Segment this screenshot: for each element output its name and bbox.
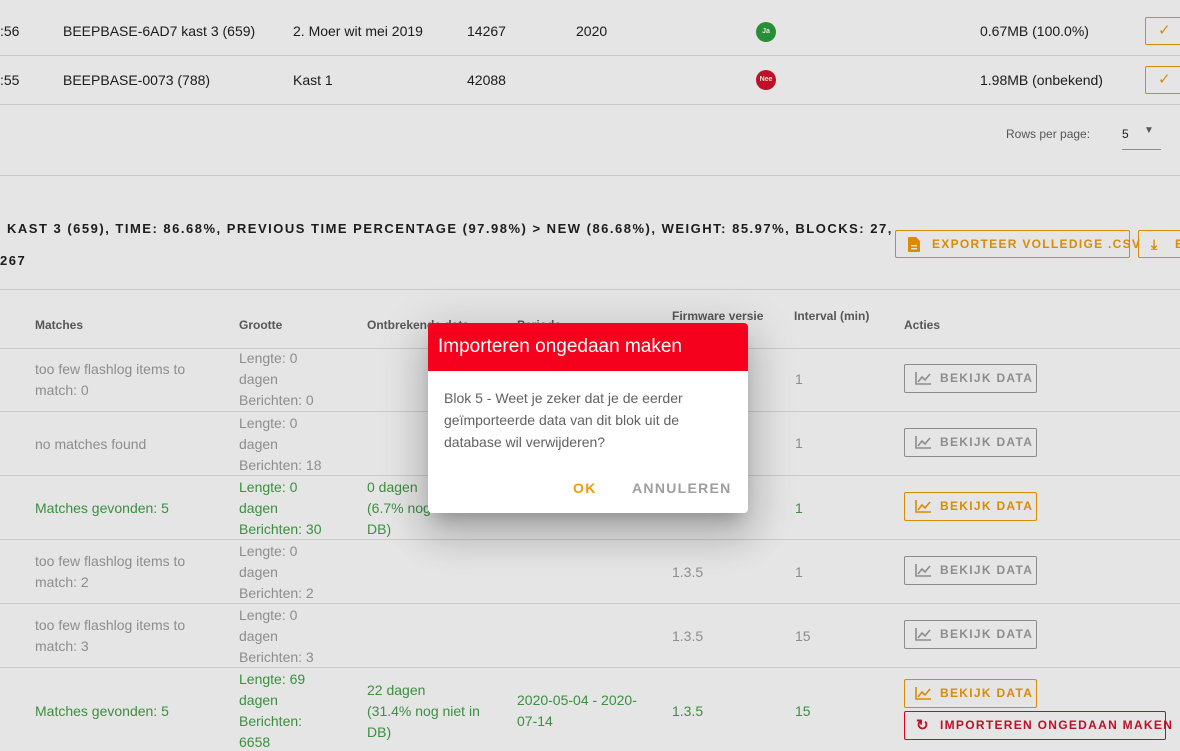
dialog-title: Importeren ongedaan maken [428, 323, 748, 371]
cancel-button[interactable]: ANNULEREN [632, 480, 732, 496]
ok-button[interactable]: OK [573, 480, 597, 496]
dialog-message: Blok 5 - Weet je zeker dat je de eerder … [444, 390, 683, 450]
confirm-dialog: Importeren ongedaan maken Blok 5 - Weet … [428, 323, 748, 513]
